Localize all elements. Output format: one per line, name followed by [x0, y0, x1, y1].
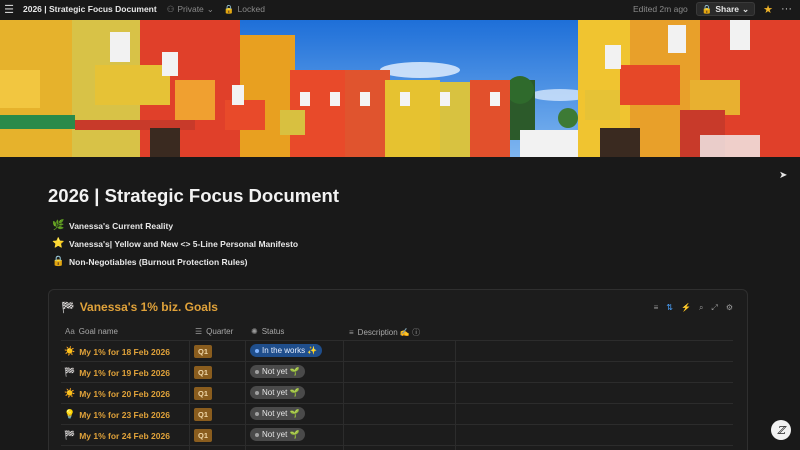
top-bar: ☰ 2026 | Strategic Focus Document ⚇ Priv…: [0, 0, 800, 18]
page-link-label: Vanessa's| Yellow and New <> 5-Line Pers…: [69, 238, 299, 249]
quarter-tag[interactable]: Q1: [194, 429, 213, 442]
column-header-quarter[interactable]: ☰ Quarter: [195, 327, 233, 336]
herb-icon: 🌿: [52, 220, 65, 231]
column-header-description[interactable]: ≡ Description ✍️ ⓘ: [349, 327, 420, 338]
quarter-tag[interactable]: Q1: [194, 408, 213, 421]
status-dot: [255, 348, 259, 353]
more-options-icon[interactable]: ···: [781, 3, 792, 15]
lock-icon: 🔒: [52, 256, 65, 267]
privacy-label: Private: [177, 4, 204, 14]
status-dot: [255, 411, 259, 416]
goal-name-cell[interactable]: 🏁 My 1% for 24 Feb 2026: [64, 430, 170, 441]
goals-database: 🏁 Vanessa's 1% biz. Goals ≡ ⇅ ⚡ ⌕ ⤢ ⚙ Aa…: [48, 289, 748, 450]
privacy-icon: ⚇: [166, 3, 175, 14]
lines-icon: ≡: [349, 328, 354, 337]
lightbulb-icon: 💡: [64, 409, 76, 419]
page-link-current-reality[interactable]: 🌿 Vanessa's Current Reality: [52, 220, 173, 231]
divider: [61, 445, 733, 446]
status-pill[interactable]: In the works ✨: [250, 344, 323, 357]
sidebar-menu-icon[interactable]: ☰: [0, 0, 18, 18]
status-dot: [255, 432, 259, 437]
status-pill[interactable]: Not yet 🌱: [250, 365, 305, 378]
table-row[interactable]: ☀️ My 1% for 20 Feb 2026 Q1 Not yet 🌱: [61, 383, 733, 403]
share-label: Share: [715, 4, 739, 14]
page-link-manifesto[interactable]: ⭐ Vanessa's| Yellow and New <> 5-Line Pe…: [52, 238, 298, 249]
status-icon: ✺: [251, 327, 258, 336]
checkered-flag-icon: 🏁: [64, 430, 76, 440]
lock-icon: 🔒: [223, 3, 235, 14]
help-icon[interactable]: ℤ: [771, 420, 791, 440]
column-header-status[interactable]: ✺ Status: [251, 327, 284, 336]
goal-name-cell[interactable]: 💡 My 1% for 23 Feb 2026: [64, 409, 170, 420]
sort-icon[interactable]: ⇅: [666, 303, 673, 313]
breadcrumb-title[interactable]: 2026 | Strategic Focus Document: [23, 4, 157, 14]
goal-name-cell[interactable]: ☀️ My 1% for 20 Feb 2026: [64, 388, 170, 399]
filter-icon[interactable]: ≡: [654, 303, 659, 313]
page-link-label: Non-Negotiables (Burnout Protection Rule…: [69, 256, 248, 267]
page-link-non-negotiables[interactable]: 🔒 Non-Negotiables (Burnout Protection Ru…: [52, 256, 248, 267]
database-toolbar: ≡ ⇅ ⚡ ⌕ ⤢ ⚙: [654, 303, 733, 313]
column-header-name[interactable]: Aa Goal name: [65, 327, 118, 336]
checkered-flag-icon: 🏁: [61, 301, 75, 314]
quarter-tag[interactable]: Q1: [194, 387, 213, 400]
chevron-down-icon: ⌄: [742, 3, 750, 14]
favorite-star-icon[interactable]: ★: [763, 3, 773, 16]
list-icon: ☰: [195, 327, 203, 336]
page-link-label: Vanessa's Current Reality: [69, 220, 174, 231]
status-pill[interactable]: Not yet 🌱: [250, 407, 305, 420]
quarter-tag[interactable]: Q1: [194, 366, 213, 379]
status-dot: [255, 369, 259, 374]
status-pill[interactable]: Not yet 🌱: [250, 428, 305, 441]
share-button[interactable]: 🔒 Share ⌄: [695, 2, 756, 16]
goal-name-cell[interactable]: ☀️ My 1% for 18 Feb 2026: [64, 346, 170, 357]
quarter-tag[interactable]: Q1: [194, 345, 213, 358]
table-row[interactable]: 🏁 My 1% for 24 Feb 2026 Q1 Not yet 🌱: [61, 425, 733, 445]
share-lock-icon: 🔒: [701, 3, 713, 14]
chevron-down-icon: ⌄: [206, 3, 214, 14]
star-icon: ⭐: [52, 238, 65, 249]
cover-image[interactable]: [0, 20, 800, 157]
text-type-icon: Aa: [65, 327, 75, 336]
privacy-dropdown[interactable]: ⚇ Private ⌄: [167, 4, 214, 15]
page-title[interactable]: 2026 | Strategic Focus Document: [48, 185, 339, 207]
mouse-cursor-icon: ➤: [779, 170, 788, 181]
settings-icon[interactable]: ⚙: [726, 303, 733, 313]
table-row[interactable]: 🏁 My 1% for 19 Feb 2026 Q1 Not yet 🌱: [61, 362, 733, 382]
sun-icon: ☀️: [64, 388, 76, 398]
automation-icon[interactable]: ⚡: [681, 303, 691, 313]
search-icon[interactable]: ⌕: [699, 303, 703, 313]
status-dot: [255, 390, 259, 395]
expand-icon[interactable]: ⤢: [711, 303, 717, 313]
edited-timestamp: Edited 2m ago: [632, 4, 688, 14]
table-row[interactable]: ☀️ My 1% for 18 Feb 2026 Q1 In the works…: [61, 341, 733, 361]
status-pill[interactable]: Not yet 🌱: [250, 386, 305, 399]
sun-icon: ☀️: [64, 346, 76, 356]
goal-name-cell[interactable]: 🏁 My 1% for 19 Feb 2026: [64, 367, 170, 378]
table-row[interactable]: 💡 My 1% for 23 Feb 2026 Q1 Not yet 🌱: [61, 404, 733, 424]
database-title-label: Vanessa's 1% biz. Goals: [79, 300, 218, 314]
database-title[interactable]: 🏁 Vanessa's 1% biz. Goals: [61, 300, 218, 314]
checkered-flag-icon: 🏁: [64, 367, 76, 377]
lock-label: Locked: [237, 4, 265, 14]
lock-status[interactable]: 🔒 Locked: [224, 4, 265, 15]
cover-illustration: [0, 20, 800, 157]
